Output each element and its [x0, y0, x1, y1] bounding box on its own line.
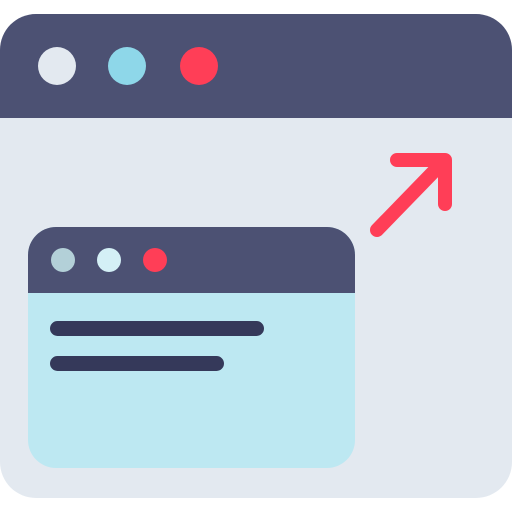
mini-window-control-red-icon [143, 248, 167, 272]
window-control-light-icon[interactable] [38, 47, 76, 85]
mini-window-control-light-icon [97, 248, 121, 272]
mini-window-control-grey-icon [51, 248, 75, 272]
browser-titlebar [0, 14, 512, 118]
window-control-red-icon[interactable] [180, 47, 218, 85]
window-control-blue-icon[interactable] [108, 47, 146, 85]
content-line-short [50, 356, 224, 371]
mini-window-titlebar [28, 227, 355, 293]
arrow-up-right-icon [370, 153, 452, 237]
content-line-long [50, 321, 264, 336]
window-expand-illustration [0, 0, 512, 512]
expand-arrow-icon[interactable] [365, 148, 461, 244]
mini-window[interactable] [28, 227, 355, 468]
